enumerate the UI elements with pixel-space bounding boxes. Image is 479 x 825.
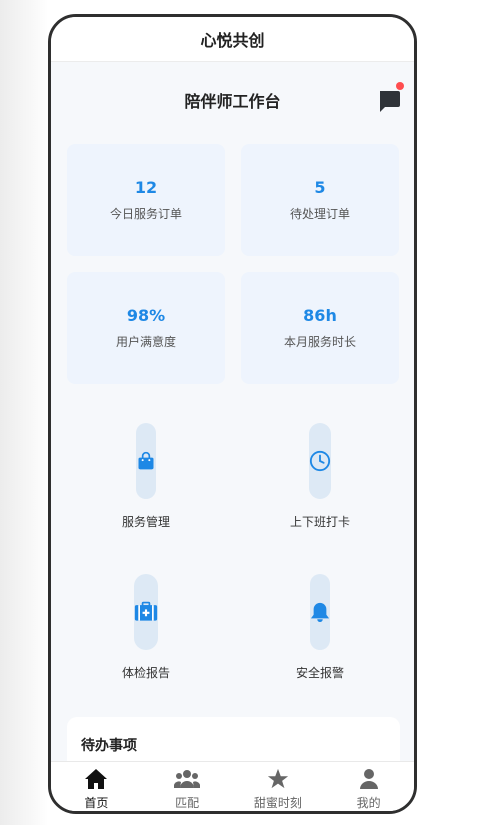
message-icon	[380, 91, 400, 112]
tab-home[interactable]: 首页	[51, 762, 142, 811]
users-icon	[174, 770, 201, 788]
home-icon	[85, 769, 108, 789]
phone-frame: 心悦共创 陪伴师工作台 12 今日服务订单 5 待处理订单 98% 用户满意度 …	[48, 14, 417, 814]
stat-label: 本月服务时长	[283, 335, 356, 349]
function-label: 服务管理	[121, 515, 170, 529]
tab-match[interactable]: 匹配	[142, 762, 233, 811]
stat-value: 5	[314, 178, 326, 197]
tab-profile[interactable]: 我的	[323, 762, 414, 811]
tab-label: 匹配	[175, 796, 200, 810]
tab-label: 我的	[356, 796, 381, 810]
stat-value: 86h	[303, 306, 337, 325]
app-title-bar: 心悦共创	[51, 17, 414, 62]
stat-label: 用户满意度	[115, 335, 176, 349]
page-title: 陪伴师工作台	[184, 92, 281, 111]
star-icon	[267, 768, 288, 789]
function-label: 体检报告	[121, 666, 170, 680]
stat-value: 98%	[126, 306, 166, 325]
stat-value: 12	[134, 178, 158, 197]
tab-sweet-moments[interactable]: 甜蜜时刻	[233, 762, 324, 811]
stat-label: 今日服务订单	[109, 207, 182, 221]
function-label: 安全报警	[295, 666, 344, 680]
health-report-button[interactable]: 体检报告	[67, 574, 225, 681]
app-title: 心悦共创	[200, 31, 265, 50]
tab-label: 首页	[84, 796, 109, 810]
clock-icon	[309, 450, 331, 472]
bell-icon	[310, 602, 330, 622]
page-header: 陪伴师工作台	[51, 85, 414, 115]
icon-pill	[134, 574, 158, 650]
message-button[interactable]	[377, 82, 404, 113]
stat-label: 待处理订单	[289, 207, 350, 221]
unread-badge	[396, 82, 404, 90]
stat-card-today-orders[interactable]: 12 今日服务订单	[67, 144, 225, 256]
todo-title: 待办事项	[81, 738, 137, 754]
medical-kit-icon	[134, 601, 158, 621]
icon-pill	[309, 423, 331, 499]
function-label: 上下班打卡	[289, 515, 350, 529]
icon-pill	[136, 423, 156, 499]
clock-in-button[interactable]: 上下班打卡	[241, 423, 399, 530]
stat-card-satisfaction[interactable]: 98% 用户满意度	[67, 272, 225, 384]
stat-card-service-hours[interactable]: 86h 本月服务时长	[241, 272, 399, 384]
service-management-button[interactable]: 服务管理	[67, 423, 225, 530]
bottom-tab-bar: 首页 匹配 甜蜜时刻 我的	[51, 761, 414, 811]
shopping-bag-icon	[138, 451, 154, 470]
icon-pill	[310, 574, 330, 650]
stat-card-pending-orders[interactable]: 5 待处理订单	[241, 144, 399, 256]
user-icon	[359, 769, 378, 789]
tab-label: 甜蜜时刻	[253, 796, 302, 810]
safety-alarm-button[interactable]: 安全报警	[241, 574, 399, 681]
